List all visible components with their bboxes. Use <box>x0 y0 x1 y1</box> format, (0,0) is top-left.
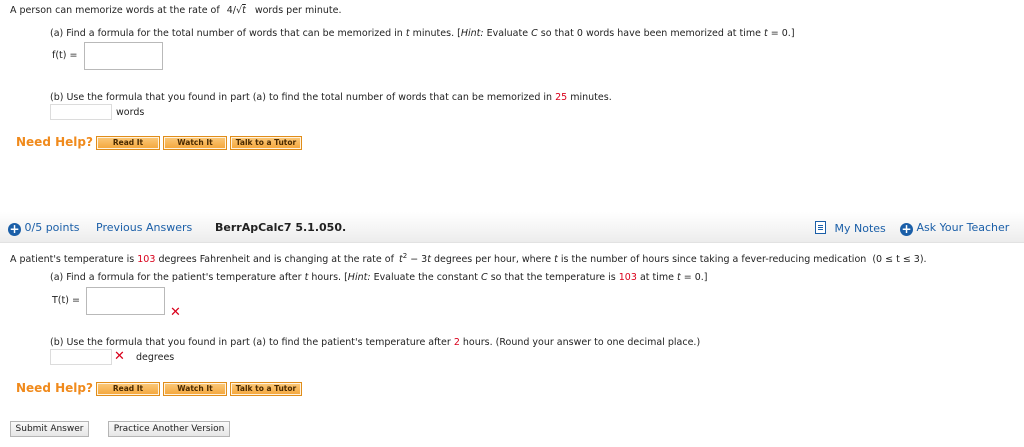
q1-intro: A person can memorize words at the rate … <box>10 5 342 16</box>
T-label: T(t) = <box>52 295 80 306</box>
read-it-button[interactable]: Read It <box>96 382 160 396</box>
watch-it-button[interactable]: Watch It <box>163 382 227 396</box>
degrees-unit: degrees <box>136 352 175 363</box>
q2-intro: A patient's temperature is 103 degrees F… <box>10 252 927 266</box>
x-mark-icon: ✕ <box>170 305 181 320</box>
practice-another-version-button[interactable]: Practice Another Version <box>108 421 230 437</box>
x-mark-icon: ✕ <box>114 349 125 364</box>
read-it-button[interactable]: Read It <box>96 136 160 150</box>
q1-part-b-prompt: (b) Use the formula that you found in pa… <box>50 92 612 103</box>
plus-circle-icon: + <box>900 222 913 236</box>
f-label: f(t) = <box>52 50 78 61</box>
q1-intro-tail: words per minute. <box>254 5 342 16</box>
notes-icon <box>815 221 826 234</box>
words-input[interactable] <box>50 104 112 120</box>
talk-to-tutor-button[interactable]: Talk to a Tutor <box>230 136 302 150</box>
q2-rate: t2 − 3t <box>398 252 431 266</box>
my-notes-link[interactable]: My Notes <box>815 221 886 235</box>
degrees-input[interactable] <box>50 349 112 365</box>
q2-part-b-prompt: (b) Use the formula that you found in pa… <box>50 337 701 348</box>
q2-help-row: Need Help? Read It Watch It Talk to a Tu… <box>16 381 316 396</box>
submit-answer-button[interactable]: Submit Answer <box>10 421 89 437</box>
T-input[interactable] <box>86 287 165 315</box>
previous-answers-link[interactable]: Previous Answers <box>96 221 192 234</box>
need-help-label: Need Help? <box>16 381 93 395</box>
q1-help-row: Need Help? Read It Watch It Talk to a Tu… <box>16 135 316 150</box>
watch-it-button[interactable]: Watch It <box>163 136 227 150</box>
q1-intro-text: A person can memorize words at the rate … <box>10 5 220 16</box>
words-unit: words <box>116 107 145 118</box>
need-help-label: Need Help? <box>16 135 93 149</box>
q2-part-a-prompt: (a) Find a formula for the patient's tem… <box>50 272 708 283</box>
q1-part-a-prompt: (a) Find a formula for the total number … <box>50 28 795 39</box>
q1-rate: 4/√t <box>226 5 246 16</box>
ask-teacher-link[interactable]: + Ask Your Teacher <box>900 221 1009 236</box>
talk-to-tutor-button[interactable]: Talk to a Tutor <box>230 382 302 396</box>
question-code: BerrApCalc7 5.1.050. <box>215 221 347 234</box>
f-input[interactable] <box>84 42 163 70</box>
points-indicator[interactable]: + 0/5 points <box>8 221 79 236</box>
plus-circle-icon: + <box>8 222 21 236</box>
